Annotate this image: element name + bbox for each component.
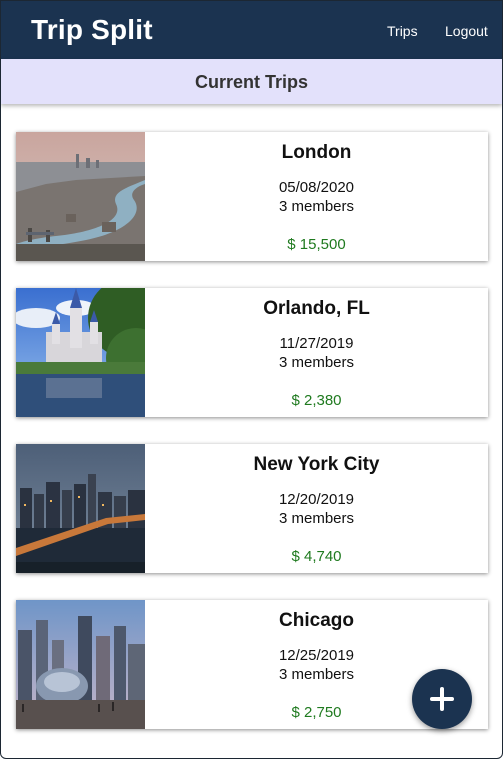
add-trip-button[interactable]	[412, 669, 472, 729]
trip-details: Orlando, FL 11/27/2019 3 members $ 2,380	[145, 288, 488, 417]
trip-details: London 05/08/2020 3 members $ 15,500	[145, 132, 488, 261]
trip-city: London	[281, 142, 352, 163]
page-title: Current Trips	[194, 72, 309, 92]
trip-card-orlando[interactable]: Orlando, FL 11/27/2019 3 members $ 2,380	[16, 288, 488, 417]
page-header: Current Trips	[1, 59, 502, 104]
chicago-bean-photo	[16, 600, 145, 729]
trip-city: New York City	[253, 454, 380, 475]
trip-date: 12/25/2019	[278, 647, 355, 664]
trip-card-new-york-city[interactable]: New York City 12/20/2019 3 members $ 4,7…	[16, 444, 488, 573]
nyc-night-photo	[16, 444, 145, 573]
trip-date: 11/27/2019	[279, 335, 354, 352]
top-navbar: Trip Split Trips Logout	[1, 1, 502, 59]
london-skyline-photo	[16, 132, 145, 261]
trip-city: Orlando, FL	[263, 298, 370, 319]
nav-logout-link[interactable]: Logout	[445, 23, 488, 39]
app-title: Trip Split	[31, 14, 153, 45]
trip-date: 12/20/2019	[278, 491, 355, 508]
trip-amount: $ 15,500	[287, 236, 346, 253]
nav-trips-link[interactable]: Trips	[387, 23, 418, 39]
trip-details: New York City 12/20/2019 3 members $ 4,7…	[145, 444, 488, 573]
trip-amount: $ 2,380	[291, 392, 342, 409]
plus-icon	[430, 687, 454, 711]
trip-date: 05/08/2020	[278, 179, 355, 196]
trip-members: 3 members	[278, 354, 355, 371]
trip-members: 3 members	[278, 198, 355, 215]
app-frame: Trip Split Trips Logout Current Trips Lo…	[0, 0, 503, 759]
castle-photo	[16, 288, 145, 417]
trip-city: Chicago	[279, 610, 354, 631]
trip-card-london[interactable]: London 05/08/2020 3 members $ 15,500	[16, 132, 488, 261]
trip-amount: $ 4,740	[291, 548, 342, 565]
trip-members: 3 members	[278, 510, 355, 527]
